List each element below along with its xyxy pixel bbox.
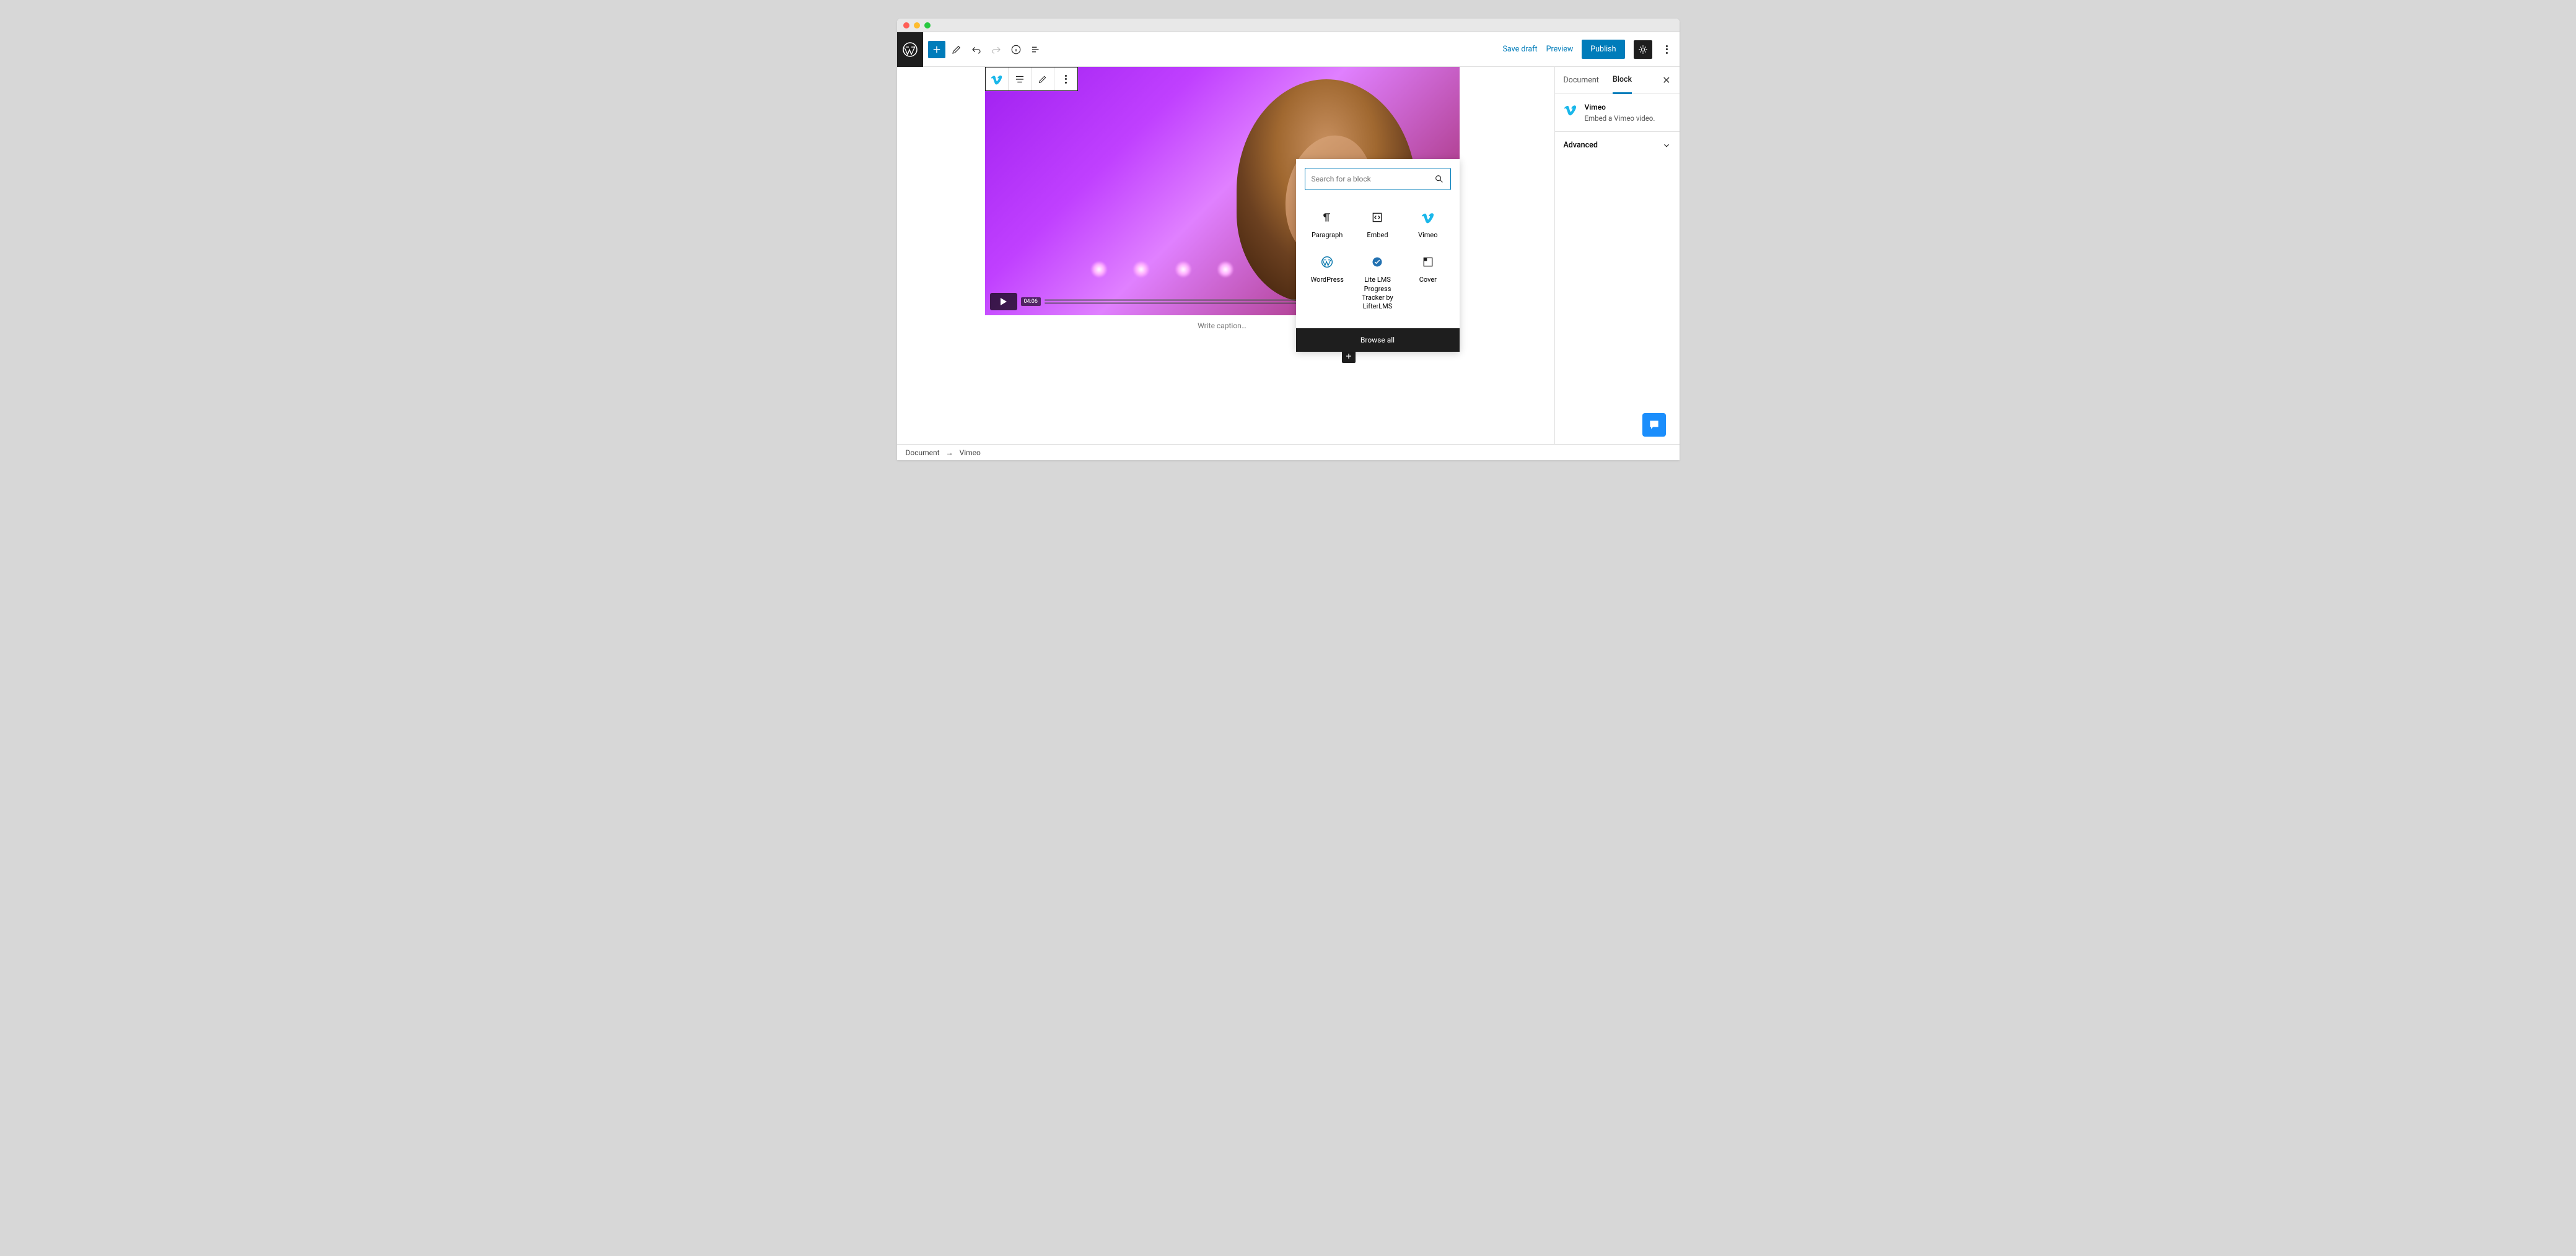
redo-icon [991,44,1002,55]
editor-topbar: Save draft Preview Publish [897,32,1680,67]
block-more-button[interactable] [1054,68,1077,90]
advanced-panel-toggle[interactable]: Advanced [1555,131,1680,159]
close-sidebar-button[interactable]: ✕ [1662,74,1670,86]
vimeo-icon [1421,210,1435,225]
vimeo-icon [1564,103,1577,116]
edit-url-button[interactable] [1032,68,1054,90]
block-paragraph[interactable]: Paragraph [1302,203,1352,247]
video-duration: 04:06 [1021,297,1041,306]
tab-block[interactable]: Block [1613,68,1632,94]
chat-button[interactable] [1642,413,1666,437]
embed-icon [1370,210,1385,225]
browse-all-button[interactable]: Browse all [1296,328,1460,352]
video-thumbnail-lights [1090,261,1234,278]
search-input[interactable] [1312,175,1434,183]
vimeo-icon [991,73,1003,85]
block-info-text: Vimeo Embed a Vimeo video. [1585,103,1655,123]
paragraph-icon [1320,210,1334,225]
canvas: 04:06 Write caption… [985,67,1460,336]
edit-tool-button[interactable] [948,41,965,58]
block-info-panel: Vimeo Embed a Vimeo video. [1555,94,1680,131]
more-options-button[interactable] [1661,40,1673,59]
cover-icon [1421,255,1435,269]
editor-window: Save draft Preview Publish [897,19,1680,460]
list-icon [1030,44,1041,55]
play-icon [1001,298,1007,305]
chevron-down-icon [1662,141,1671,150]
block-label: Lite LMS Progress Tracker by LifterLMS [1355,276,1400,311]
gear-icon [1637,44,1649,55]
canvas-area: 04:06 Write caption… [897,67,1554,444]
block-search-box[interactable] [1305,168,1451,190]
align-icon [1014,74,1025,85]
block-type-button[interactable] [986,68,1009,90]
block-info-title: Vimeo [1585,103,1655,111]
undo-button[interactable] [968,41,985,58]
block-label: WordPress [1310,276,1343,284]
block-info-desc: Embed a Vimeo video. [1585,114,1655,123]
block-wordpress[interactable]: WordPress [1302,247,1352,318]
check-circle-icon [1370,255,1385,269]
settings-sidebar: Document Block ✕ Vimeo Embed a Vimeo vid… [1554,67,1680,444]
save-draft-button[interactable]: Save draft [1502,45,1537,54]
play-button[interactable] [990,293,1017,310]
kebab-icon [1065,75,1067,84]
plus-icon [931,44,942,55]
window-minimize-dot[interactable] [914,22,920,28]
breadcrumb-current[interactable]: Vimeo [960,448,981,457]
settings-button[interactable] [1634,40,1652,59]
block-label: Paragraph [1312,231,1343,240]
sidebar-tabs: Document Block ✕ [1555,67,1680,94]
redo-button[interactable] [988,41,1005,58]
wordpress-icon [903,42,918,57]
breadcrumb: Document → Vimeo [897,444,1680,460]
search-icon [1434,174,1444,184]
block-label: Cover [1419,276,1437,284]
editor-body: 04:06 Write caption… [897,67,1680,444]
block-cover[interactable]: Cover [1403,247,1453,318]
advanced-label: Advanced [1564,141,1598,150]
info-icon [1010,44,1022,55]
publish-button[interactable]: Publish [1582,40,1624,59]
outline-button[interactable] [1027,41,1045,58]
wordpress-icon [1320,255,1334,269]
block-label: Vimeo [1418,231,1437,240]
preview-button[interactable]: Preview [1546,45,1574,54]
chat-icon [1648,419,1660,431]
undo-icon [971,44,982,55]
block-lifterlms[interactable]: Lite LMS Progress Tracker by LifterLMS [1352,247,1403,318]
block-grid: Paragraph Embed Vimeo WordPress [1296,199,1460,328]
block-label: Embed [1367,231,1388,240]
breadcrumb-separator: → [946,448,953,457]
info-button[interactable] [1007,41,1025,58]
window-titlebar [897,19,1680,32]
window-close-dot[interactable] [903,22,909,28]
pencil-icon [951,44,962,55]
topbar-left-tools [923,41,1045,58]
block-toolbar [985,67,1078,91]
plus-icon [1344,351,1354,361]
window-maximize-dot[interactable] [924,22,931,28]
add-block-button[interactable] [928,41,945,58]
topbar-right-tools: Save draft Preview Publish [1502,40,1679,59]
block-embed[interactable]: Embed [1352,203,1403,247]
wordpress-logo-button[interactable] [897,32,923,67]
kebab-icon [1666,45,1668,54]
block-vimeo[interactable]: Vimeo [1403,203,1453,247]
block-inserter-popup: Paragraph Embed Vimeo WordPress [1296,159,1460,352]
breadcrumb-root[interactable]: Document [906,448,940,457]
tab-document[interactable]: Document [1564,67,1599,94]
pencil-icon [1038,74,1048,84]
align-button[interactable] [1009,68,1032,90]
